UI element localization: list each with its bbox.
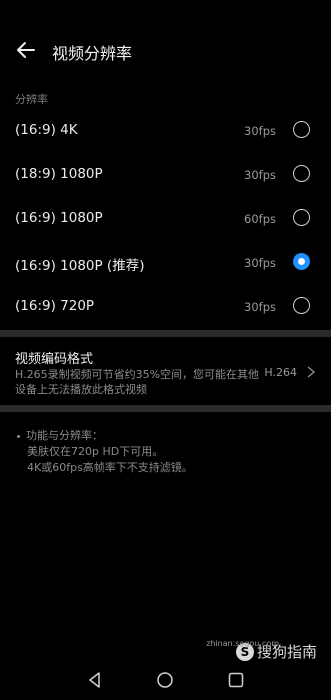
radio-button[interactable] (293, 209, 310, 226)
page-title: 视频分辨率 (52, 44, 133, 63)
resolution-label: (16:9) 720P (15, 298, 95, 314)
resolution-option-1080p-60fps[interactable]: (16:9) 1080P 60fps (0, 197, 331, 241)
resolution-option-720p[interactable]: (16:9) 720P 30fps (0, 285, 331, 329)
circle-home-icon[interactable] (156, 671, 174, 689)
fps-label: 30fps (244, 256, 276, 270)
square-recents-icon[interactable] (227, 671, 245, 689)
resolution-label: (16:9) 1080P (推荐) (15, 258, 145, 274)
sogou-watermark: S 搜狗指南 zhinan.sogou.com (206, 639, 317, 662)
radio-button-selected[interactable] (293, 253, 310, 270)
fps-label: 30fps (244, 300, 276, 314)
bullet-icon (17, 434, 20, 438)
codec-description: H.265录制视频可节省约35%空间，您可能在其他设备上无法播放此格式视频 (15, 368, 260, 396)
fps-label: 30fps (244, 124, 276, 138)
resolution-option-18-9-1080p[interactable]: (18:9) 1080P 30fps (0, 153, 331, 197)
radio-button[interactable] (293, 165, 310, 182)
section-divider (0, 405, 331, 412)
chevron-right-icon (307, 366, 316, 378)
notes-line: 美肤仅在720p HD下可用。 (27, 445, 164, 458)
app-header: 视频分辨率 (0, 28, 331, 72)
resolution-option-4k[interactable]: (16:9) 4K 30fps (0, 109, 331, 153)
triangle-back-icon[interactable] (86, 671, 104, 689)
resolution-label: (16:9) 4K (15, 122, 78, 138)
notes-heading: 功能与分辨率： (26, 429, 103, 442)
radio-button[interactable] (293, 297, 310, 314)
resolution-option-1080p-recommended[interactable]: (16:9) 1080P (推荐) 30fps (0, 241, 331, 285)
codec-value: H.264 (264, 366, 297, 379)
watermark-url: zhinan.sogou.com (206, 639, 279, 648)
arrow-left-icon[interactable] (14, 38, 38, 62)
radio-button[interactable] (293, 121, 310, 138)
resolution-label: (18:9) 1080P (15, 166, 103, 182)
codec-title: 视频编码格式 (15, 352, 94, 367)
feature-notes: 功能与分辨率： 美肤仅在720p HD下可用。 4K或60fps高帧率下不支持滤… (17, 428, 193, 476)
section-label-resolution: 分辨率 (15, 93, 48, 106)
fps-label: 30fps (244, 168, 276, 182)
resolution-label: (16:9) 1080P (15, 210, 103, 226)
section-divider (0, 330, 331, 337)
video-codec-setting[interactable]: 视频编码格式 H.265录制视频可节省约35%空间，您可能在其他设备上无法播放此… (0, 339, 331, 405)
fps-label: 60fps (244, 212, 276, 226)
system-navigation-bar (0, 660, 331, 700)
notes-line: 4K或60fps高帧率下不支持滤镜。 (27, 461, 193, 474)
